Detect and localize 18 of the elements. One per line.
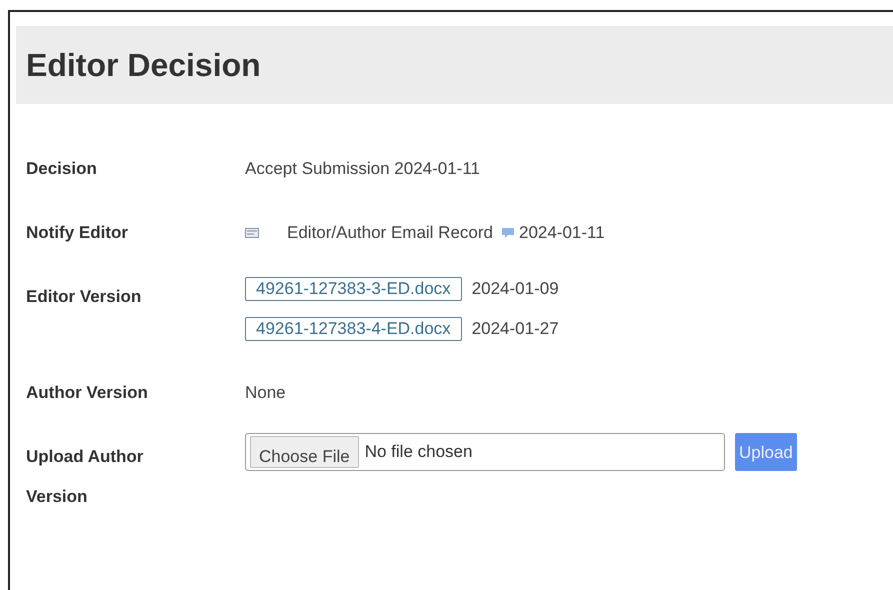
field-label: Notify Editor xyxy=(26,222,129,244)
field-label: Editor Version xyxy=(26,286,142,308)
field-label: Upload Author Version xyxy=(26,446,144,508)
file-input[interactable]: Choose File No file chosen xyxy=(245,433,725,471)
email-record-link[interactable]: Editor/Author Email Record xyxy=(287,213,493,253)
file-link[interactable]: 49261-127383-4-ED.docx xyxy=(245,317,462,341)
field-value: None xyxy=(245,382,287,404)
field-label: Author Version xyxy=(26,382,149,404)
file-date: 2024-01-09 xyxy=(472,278,559,300)
upload-button[interactable]: Upload xyxy=(735,433,797,471)
page-heading: Editor Decision xyxy=(26,46,261,84)
file-date: 2024-01-27 xyxy=(472,318,559,340)
envelope-icon[interactable] xyxy=(245,228,259,238)
file-link[interactable]: 49261-127383-3-ED.docx xyxy=(245,277,462,301)
field-label: Decision xyxy=(26,158,98,180)
notify-date: 2024-01-11 xyxy=(518,222,605,244)
field-value: Accept Submission 2024-01-11 xyxy=(245,158,481,180)
comment-icon[interactable] xyxy=(500,227,515,239)
